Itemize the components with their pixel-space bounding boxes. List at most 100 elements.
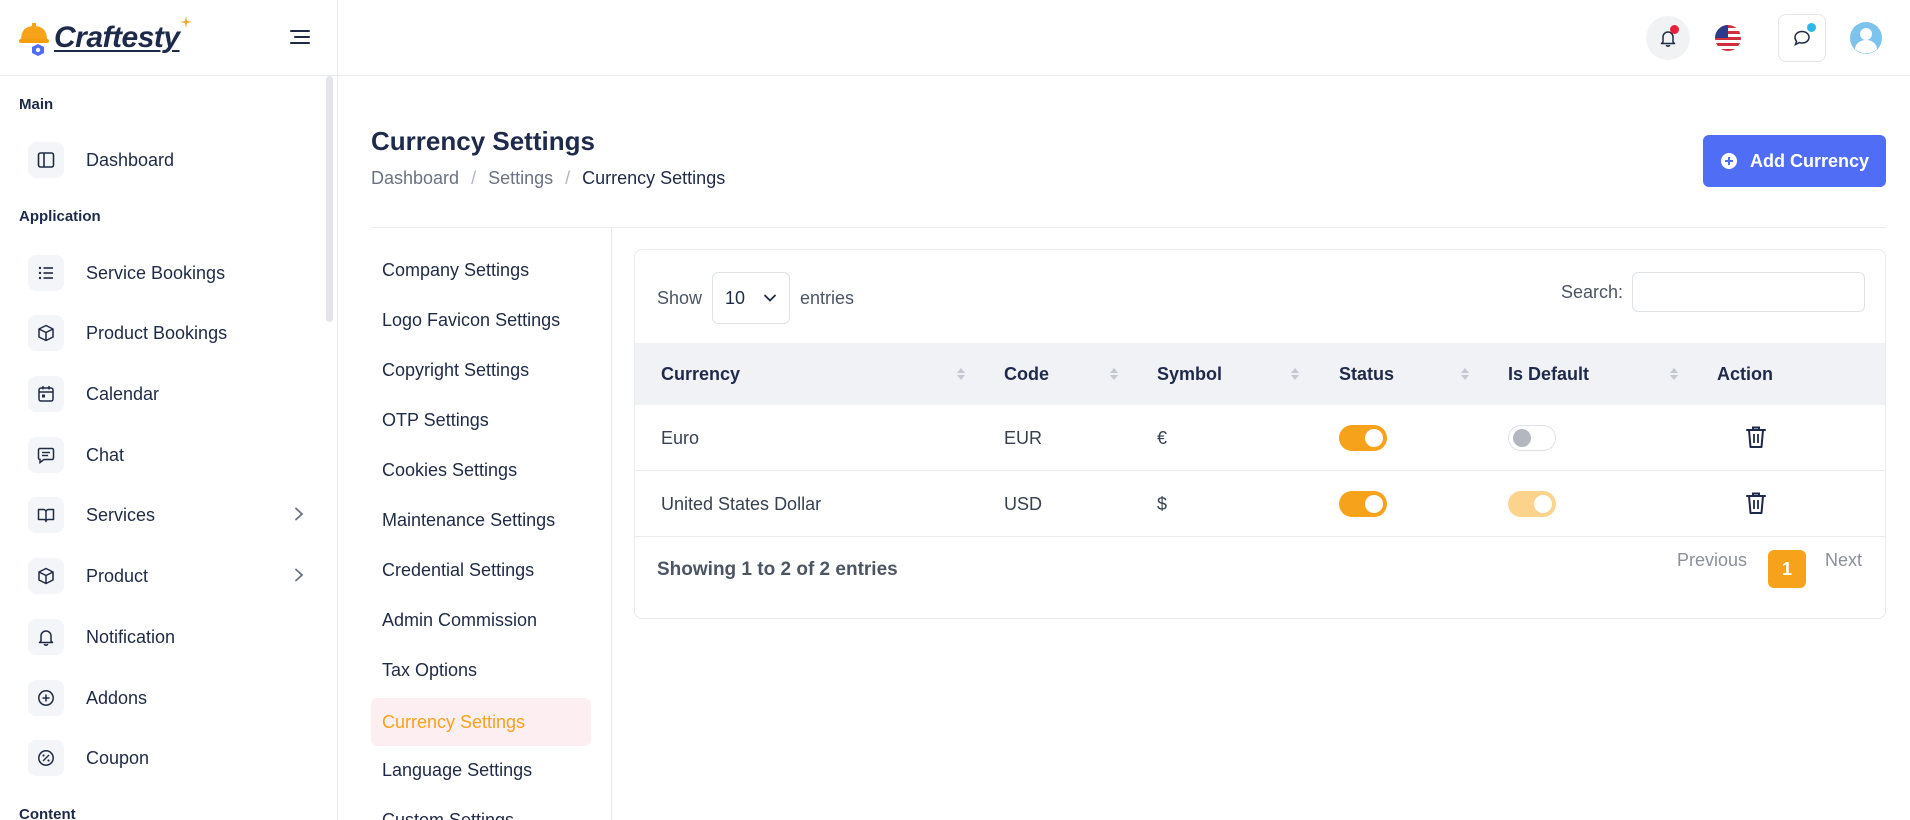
column-header-code[interactable]: Code bbox=[1004, 343, 1049, 405]
sidebar-item-label: Notification bbox=[86, 626, 176, 647]
notification-badge bbox=[1670, 25, 1679, 34]
table-row: Euro EUR € bbox=[635, 405, 1885, 471]
trash-icon[interactable] bbox=[1745, 491, 1767, 515]
box-icon bbox=[28, 315, 64, 351]
settings-menu: Company Settings Logo Favicon Settings C… bbox=[371, 228, 612, 820]
sidebar-item-label: Chat bbox=[86, 444, 125, 465]
cell-code: USD bbox=[1004, 493, 1043, 514]
currency-table-card: Show 10 entries Search: Currency Code Sy… bbox=[634, 249, 1886, 619]
settings-menu-item[interactable]: Company Settings bbox=[371, 246, 591, 294]
sidebar-item-service-bookings[interactable]: Service Bookings bbox=[28, 251, 308, 295]
sidebar-scrollbar[interactable] bbox=[326, 76, 333, 322]
cell-currency: United States Dollar bbox=[661, 493, 822, 514]
topbar bbox=[338, 0, 1910, 76]
column-header-currency[interactable]: Currency bbox=[661, 343, 740, 405]
chevron-down-icon bbox=[764, 294, 776, 302]
sort-icon bbox=[1461, 368, 1469, 380]
breadcrumb-separator: / bbox=[471, 168, 477, 188]
settings-menu-item[interactable]: OTP Settings bbox=[371, 396, 591, 444]
search-input[interactable] bbox=[1632, 272, 1865, 312]
settings-menu-item[interactable]: Tax Options bbox=[371, 646, 591, 694]
column-header-status[interactable]: Status bbox=[1339, 343, 1394, 405]
sidebar-item-label: Service Bookings bbox=[86, 262, 226, 283]
page-length-select[interactable]: 10 bbox=[712, 272, 791, 324]
status-toggle[interactable] bbox=[1339, 425, 1387, 451]
settings-menu-item[interactable]: Cookies Settings bbox=[371, 446, 591, 494]
sidebar-item-addons[interactable]: Addons bbox=[28, 676, 308, 720]
settings-menu-item[interactable]: Copyright Settings bbox=[371, 346, 591, 394]
avatar[interactable] bbox=[1844, 16, 1888, 60]
sidebar-item-dashboard[interactable]: Dashboard bbox=[28, 138, 308, 182]
sort-icon bbox=[1670, 368, 1678, 380]
column-header-symbol[interactable]: Symbol bbox=[1157, 343, 1222, 405]
status-toggle[interactable] bbox=[1339, 491, 1387, 517]
chat-button[interactable] bbox=[1778, 14, 1826, 62]
logo[interactable]: Craftesty bbox=[18, 15, 192, 56]
sidebar-item-label: Dashboard bbox=[86, 149, 175, 170]
brand: Craftesty bbox=[0, 0, 337, 76]
default-toggle bbox=[1508, 491, 1556, 517]
helmet-logo-icon bbox=[19, 22, 49, 56]
toggle-knob bbox=[1365, 429, 1383, 447]
settings-menu-item[interactable]: Language Settings bbox=[371, 746, 591, 794]
sidebar-item-services[interactable]: Services bbox=[28, 493, 308, 537]
section-content: Content bbox=[19, 806, 76, 820]
sidebar-item-label: Product Bookings bbox=[86, 322, 228, 343]
sidebar-item-label: Coupon bbox=[86, 747, 150, 768]
cell-currency: Euro bbox=[661, 427, 700, 448]
sidebar-item-product-bookings[interactable]: Product Bookings bbox=[28, 311, 308, 355]
toggle-knob bbox=[1513, 429, 1531, 447]
sidebar-item-label: Services bbox=[86, 504, 156, 525]
book-icon bbox=[28, 497, 64, 533]
sort-icon bbox=[957, 368, 965, 380]
calendar-icon bbox=[28, 376, 64, 412]
settings-menu-item-active[interactable]: Currency Settings bbox=[371, 698, 591, 746]
section-main: Main bbox=[19, 96, 54, 113]
percent-icon bbox=[28, 740, 64, 776]
layout-icon bbox=[28, 142, 64, 178]
sidebar-item-coupon[interactable]: Coupon bbox=[28, 736, 308, 780]
sidebar-item-chat[interactable]: Chat bbox=[28, 433, 308, 477]
breadcrumb-separator: / bbox=[565, 168, 571, 188]
plus-circle-icon bbox=[28, 680, 64, 716]
pagination-next[interactable]: Next bbox=[1825, 550, 1862, 571]
settings-menu-item[interactable]: Admin Commission bbox=[371, 596, 591, 644]
box-icon bbox=[28, 558, 64, 594]
column-header-is-default[interactable]: Is Default bbox=[1508, 343, 1589, 405]
page-length-control: Show 10 entries bbox=[657, 272, 854, 324]
settings-menu-item[interactable]: Custom Settings bbox=[371, 796, 591, 820]
sidebar-item-calendar[interactable]: Calendar bbox=[28, 372, 308, 416]
search-label: Search: bbox=[1561, 282, 1624, 302]
list-icon bbox=[28, 255, 64, 291]
chevron-right-icon bbox=[295, 568, 304, 582]
trash-icon[interactable] bbox=[1745, 425, 1767, 449]
menu-toggle-icon[interactable] bbox=[289, 27, 311, 47]
default-toggle[interactable] bbox=[1508, 425, 1556, 451]
settings-menu-item[interactable]: Credential Settings bbox=[371, 546, 591, 594]
table-header: Currency Code Symbol Status Is Default A… bbox=[635, 343, 1885, 405]
us-flag-icon bbox=[1715, 25, 1741, 51]
show-label: Show bbox=[657, 287, 703, 308]
breadcrumb: Dashboard / Settings / Currency Settings bbox=[371, 168, 725, 189]
column-header-action: Action bbox=[1717, 363, 1773, 384]
language-button[interactable] bbox=[1706, 16, 1750, 60]
notification-button[interactable] bbox=[1646, 16, 1690, 60]
sort-icon bbox=[1110, 368, 1118, 380]
pagination-previous[interactable]: Previous bbox=[1677, 550, 1747, 571]
sort-icon bbox=[1291, 368, 1299, 380]
table-row: United States Dollar USD $ bbox=[635, 471, 1885, 537]
bell-icon bbox=[28, 619, 64, 655]
cell-code: EUR bbox=[1004, 427, 1043, 448]
toggle-knob bbox=[1534, 495, 1552, 513]
toggle-knob bbox=[1365, 495, 1383, 513]
sidebar-item-label: Calendar bbox=[86, 383, 160, 404]
sidebar-item-notification[interactable]: Notification bbox=[28, 615, 308, 659]
breadcrumb-dashboard[interactable]: Dashboard bbox=[371, 168, 459, 189]
settings-menu-item[interactable]: Logo Favicon Settings bbox=[371, 296, 591, 344]
add-currency-button[interactable]: Add Currency bbox=[1703, 135, 1886, 187]
sidebar-item-product[interactable]: Product bbox=[28, 554, 308, 598]
breadcrumb-settings[interactable]: Settings bbox=[488, 168, 553, 189]
pagination-current[interactable]: 1 bbox=[1768, 550, 1806, 588]
sidebar: Craftesty Main Dashboard Application Ser… bbox=[0, 0, 338, 820]
settings-menu-item[interactable]: Maintenance Settings bbox=[371, 496, 591, 544]
